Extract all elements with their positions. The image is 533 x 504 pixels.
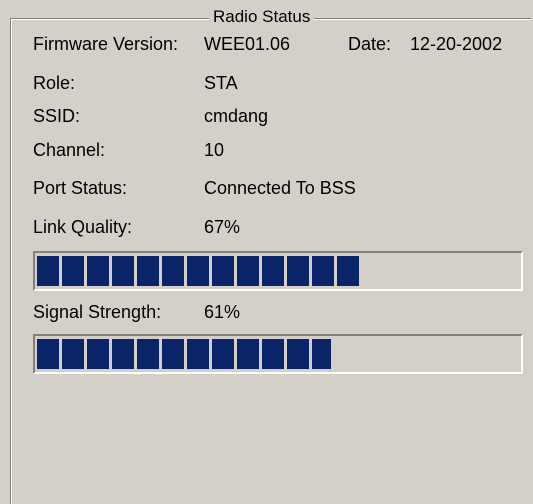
ssid-value: cmdang [204, 106, 269, 126]
signal-strength-label: Signal Strength: [33, 302, 162, 322]
signal-strength-progress-bar [33, 334, 523, 374]
channel-label: Channel: [33, 140, 106, 160]
role-value: STA [204, 73, 238, 93]
signal-strength-value: 61% [204, 302, 241, 322]
link-quality-progress-fill [37, 256, 360, 286]
firmware-version-value: WEE01.06 [204, 34, 291, 54]
port-status-value: Connected To BSS [204, 178, 356, 198]
signal-strength-progress-fill [37, 339, 332, 369]
ssid-label: SSID: [33, 106, 81, 126]
date-value: 12-20-2002 [410, 34, 503, 54]
channel-value: 10 [204, 140, 225, 160]
role-label: Role: [33, 73, 76, 93]
firmware-version-label: Firmware Version: [33, 34, 179, 54]
link-quality-value: 67% [204, 217, 241, 237]
date-label: Date: [348, 34, 392, 54]
link-quality-progress-bar [33, 251, 523, 291]
port-status-label: Port Status: [33, 178, 128, 198]
radio-status-title: Radio Status [209, 7, 315, 27]
link-quality-label: Link Quality: [33, 217, 133, 237]
